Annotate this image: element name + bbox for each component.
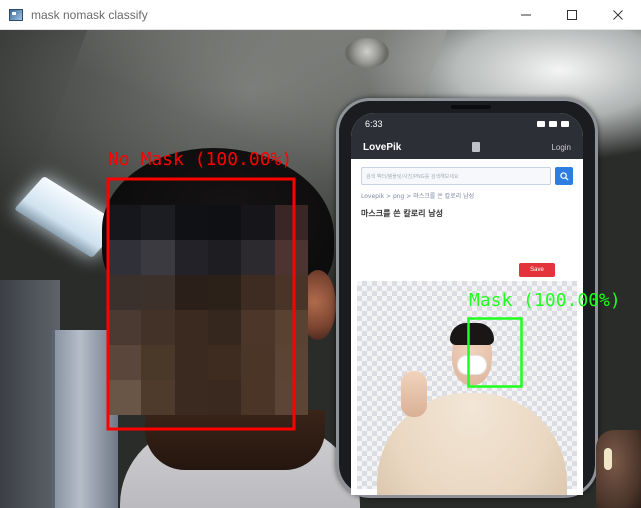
close-button[interactable] <box>595 0 641 30</box>
image-thumb-up <box>401 371 427 417</box>
page-title: 마스크를 쓴 칼로리 남성 <box>361 209 443 218</box>
search-row: 검색 벡터/템플릿/사진/PNG를 검색해보세요 <box>351 159 583 189</box>
search-button[interactable] <box>555 167 573 185</box>
wall <box>0 280 60 508</box>
window-controls <box>503 0 641 30</box>
minimize-button[interactable] <box>503 0 549 30</box>
maximize-button[interactable] <box>549 0 595 30</box>
phone-time: 6:33 <box>365 119 383 129</box>
window-title: mask nomask classify <box>31 7 148 22</box>
breadcrumb[interactable]: Lovepik > png > 마스크를 쓴 칼로리 남성 <box>351 189 583 202</box>
app-icon <box>9 8 23 21</box>
no-mask-bounding-box <box>106 177 296 431</box>
site-logo[interactable]: LovePik <box>363 142 401 153</box>
mask-bounding-box <box>467 317 523 388</box>
hand-reflection <box>604 448 612 470</box>
maximize-icon <box>567 10 577 20</box>
ceiling-fixture <box>345 38 389 68</box>
no-mask-label: No Mask (100.00%) <box>108 149 293 170</box>
site-header: LovePik Login <box>351 135 583 159</box>
minimize-icon <box>521 14 531 16</box>
phone-status-bar: 6:33 <box>351 113 583 135</box>
save-button[interactable]: Save <box>519 263 555 277</box>
document-icon[interactable] <box>472 142 481 152</box>
login-link[interactable]: Login <box>551 143 571 152</box>
status-icons <box>537 121 569 127</box>
save-label: Save <box>530 267 544 273</box>
mask-label: Mask (100.00%) <box>469 290 621 311</box>
close-icon <box>613 10 623 20</box>
search-input[interactable]: 검색 벡터/템플릿/사진/PNG를 검색해보세요 <box>361 167 551 185</box>
hand <box>596 430 641 508</box>
phone-speaker <box>451 105 491 109</box>
window-titlebar[interactable]: mask nomask classify <box>0 0 641 30</box>
search-icon <box>559 171 569 181</box>
